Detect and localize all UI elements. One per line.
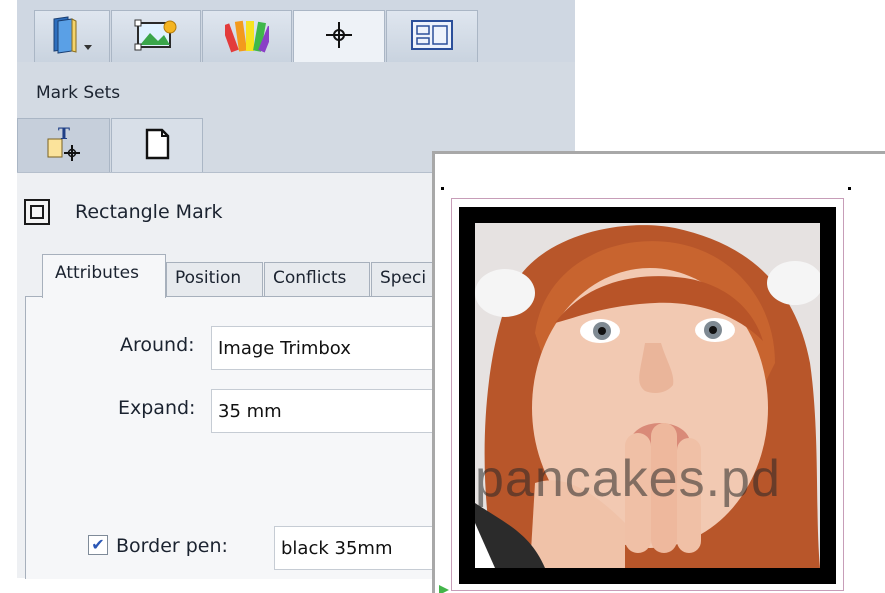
around-label: Around:: [120, 334, 195, 356]
filename-watermark: pancakes.pd: [475, 450, 781, 508]
rectangle-mark-icon: [24, 199, 50, 225]
expand-field[interactable]: [211, 389, 443, 433]
tab-image[interactable]: [111, 10, 201, 62]
tab-conflicts[interactable]: Conflicts: [264, 262, 370, 296]
tab-attributes[interactable]: Attributes: [42, 254, 166, 298]
border-pen-label: Border pen:: [116, 535, 228, 557]
mark-title: Rectangle Mark: [75, 201, 223, 223]
color-swatches-icon: [221, 15, 275, 59]
tab-colors[interactable]: [202, 10, 292, 62]
book-dropdown-icon: [46, 15, 98, 59]
preview-photo: pancakes.pd: [475, 223, 820, 568]
tab-page-mark[interactable]: [111, 118, 203, 172]
border-pen-field[interactable]: [274, 526, 443, 570]
image-frame-icon: [132, 17, 180, 57]
rectangle-border-mark: pancakes.pd: [459, 207, 836, 584]
expand-label: Expand:: [118, 397, 196, 419]
tab-layout[interactable]: [386, 10, 478, 62]
mark-preview-window: pancakes.pd: [432, 151, 885, 593]
border-pen-checkbox[interactable]: ✔: [88, 535, 108, 555]
tab-marks[interactable]: [293, 10, 385, 62]
tab-special[interactable]: Speci: [371, 262, 441, 296]
layout-template-icon: [409, 18, 455, 56]
tab-text-mark[interactable]: T: [17, 118, 110, 172]
corner-mark: [848, 187, 851, 190]
page-mark-icon: [142, 127, 172, 165]
around-field[interactable]: [211, 326, 443, 370]
text-mark-add-icon: T: [44, 124, 84, 167]
crosshair-marks-icon: [324, 20, 354, 54]
mark-sets-label: Mark Sets: [36, 83, 121, 103]
green-marker-icon: [439, 585, 449, 593]
corner-mark: [441, 187, 444, 190]
svg-text:T: T: [58, 125, 70, 143]
checkmark-icon: ✔: [91, 535, 105, 554]
tab-book[interactable]: [34, 10, 110, 62]
tab-position[interactable]: Position: [166, 262, 263, 296]
